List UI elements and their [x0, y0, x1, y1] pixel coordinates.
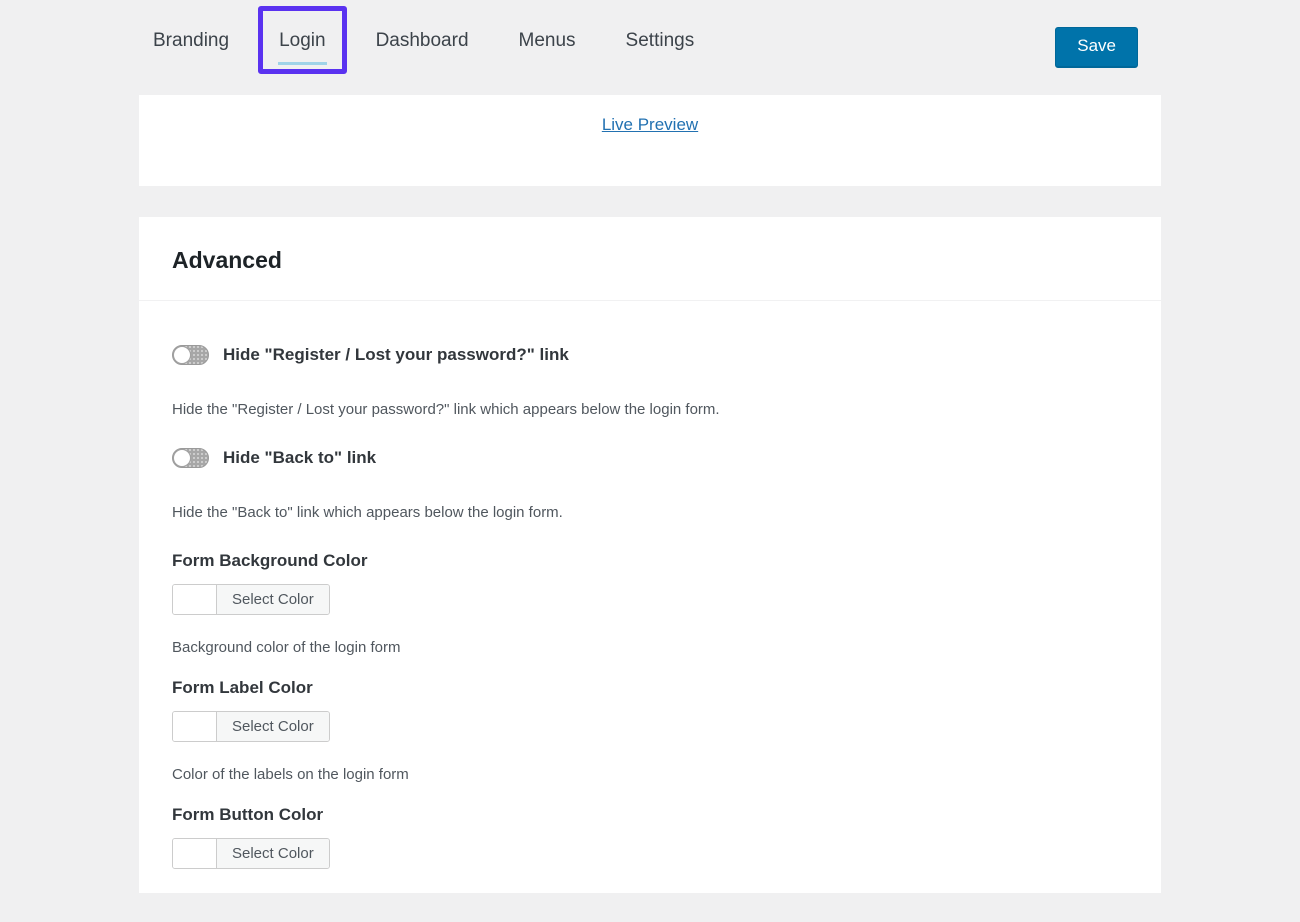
top-navigation-bar: Branding Login Dashboard Menus Settings … [0, 0, 1300, 95]
toggle-hide-register-link[interactable] [172, 345, 209, 365]
color-swatch-icon[interactable] [173, 585, 217, 614]
tab-dashboard[interactable]: Dashboard [351, 0, 494, 82]
spacer [172, 521, 1128, 551]
toggle-label-hide-back-to-link: Hide "Back to" link [223, 448, 376, 468]
color-picker-form-background-color[interactable]: Select Color [172, 584, 330, 615]
toggle-knob [173, 346, 191, 364]
spacer [172, 656, 1128, 678]
description-form-label-color: Color of the labels on the login form [172, 766, 1128, 783]
description-hide-register-link: Hide the "Register / Lost your password?… [172, 401, 1128, 418]
tab-menus-label: Menus [519, 30, 576, 51]
field-hide-register-link: Hide "Register / Lost your password?" li… [172, 345, 1128, 418]
tab-branding[interactable]: Branding [128, 0, 254, 82]
tab-branding-label: Branding [153, 30, 229, 51]
select-color-button[interactable]: Select Color [217, 839, 329, 868]
description-hide-back-to-link: Hide the "Back to" link which appears be… [172, 504, 1128, 521]
field-form-label-color: Form Label Color Select Color Color of t… [172, 678, 1128, 783]
advanced-card-body: Hide "Register / Lost your password?" li… [139, 301, 1161, 873]
label-form-background-color: Form Background Color [172, 551, 1128, 571]
color-picker-form-label-color[interactable]: Select Color [172, 711, 330, 742]
tab-login[interactable]: Login [254, 0, 351, 82]
advanced-settings-card: Advanced Hide "Register / Lost your pass… [139, 217, 1161, 893]
select-color-button[interactable]: Select Color [217, 712, 329, 741]
description-form-background-color: Background color of the login form [172, 639, 1128, 656]
field-form-background-color: Form Background Color Select Color Backg… [172, 551, 1128, 656]
save-button[interactable]: Save [1055, 27, 1138, 68]
live-preview-card: Live Preview [139, 95, 1161, 186]
spacer [172, 418, 1128, 448]
live-preview-link[interactable]: Live Preview [602, 115, 698, 135]
advanced-card-header: Advanced [139, 217, 1161, 301]
toggle-label-hide-register-link: Hide "Register / Lost your password?" li… [223, 345, 569, 365]
toggle-row-hide-back-to-link: Hide "Back to" link [172, 448, 1128, 468]
label-form-label-color: Form Label Color [172, 678, 1128, 698]
toggle-row-hide-register-link: Hide "Register / Lost your password?" li… [172, 345, 1128, 365]
page-title: Advanced [172, 247, 1128, 274]
color-swatch-icon[interactable] [173, 712, 217, 741]
active-tab-underline [278, 62, 327, 65]
tab-login-label: Login [279, 30, 326, 51]
color-swatch-icon[interactable] [173, 839, 217, 868]
tab-settings-label: Settings [626, 30, 695, 51]
toggle-knob [173, 449, 191, 467]
toggle-hide-back-to-link[interactable] [172, 448, 209, 468]
field-form-button-color: Form Button Color Select Color [172, 805, 1128, 873]
field-hide-back-to-link: Hide "Back to" link Hide the "Back to" l… [172, 448, 1128, 521]
select-color-button[interactable]: Select Color [217, 585, 329, 614]
card-separator-gap [0, 186, 1300, 217]
tab-dashboard-label: Dashboard [376, 30, 469, 51]
color-picker-form-button-color[interactable]: Select Color [172, 838, 330, 869]
tab-settings[interactable]: Settings [601, 0, 720, 82]
settings-tab-list: Branding Login Dashboard Menus Settings [128, 0, 719, 82]
tab-menus[interactable]: Menus [494, 0, 601, 82]
spacer [172, 783, 1128, 805]
label-form-button-color: Form Button Color [172, 805, 1128, 825]
